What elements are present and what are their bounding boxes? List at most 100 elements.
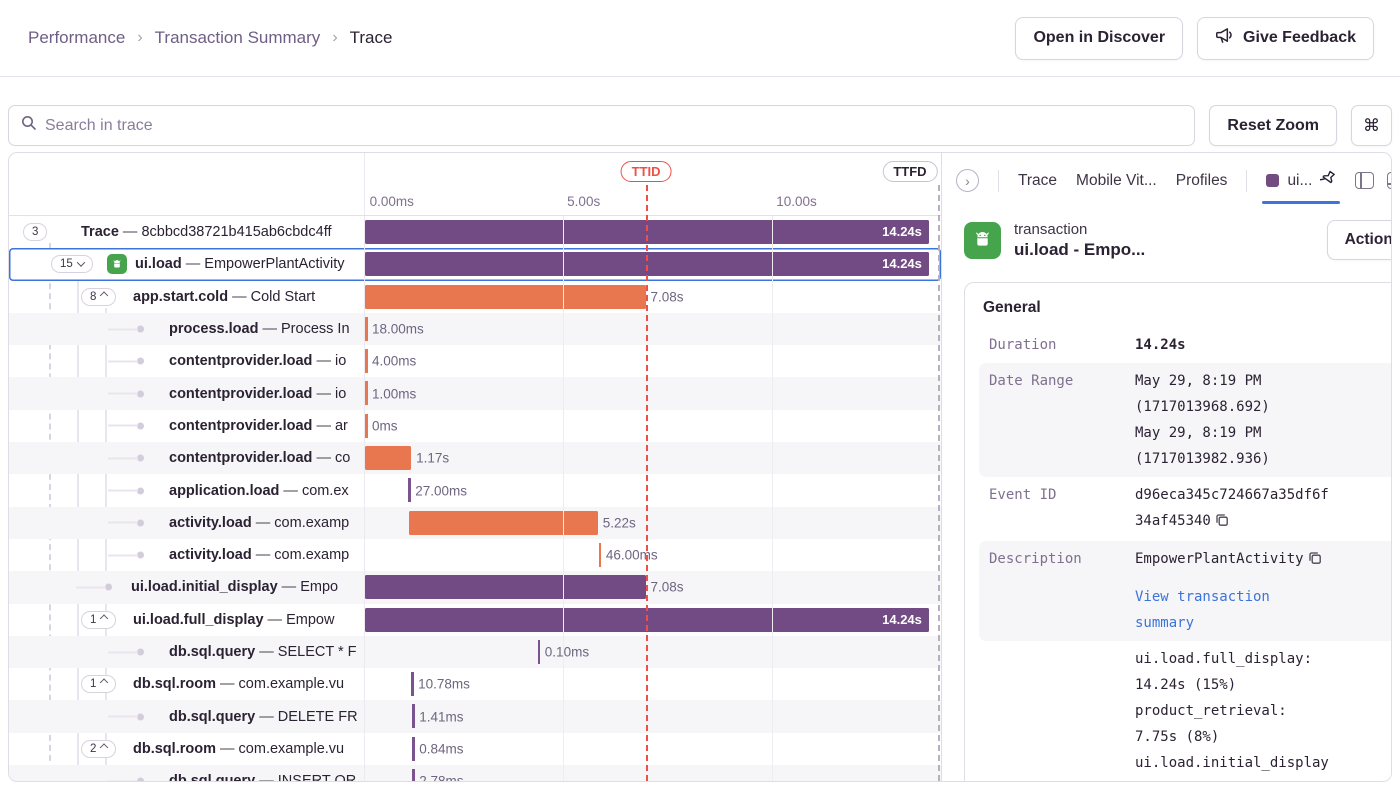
span-chart-cell[interactable]: 5.22s	[365, 507, 941, 539]
span-chart-cell[interactable]: 7.08s	[365, 281, 941, 313]
span-duration-tick[interactable]	[408, 478, 411, 502]
span-duration-bar[interactable]	[365, 446, 411, 470]
open-in-discover-button[interactable]: Open in Discover	[1015, 17, 1183, 60]
span-chart-cell[interactable]: 0ms	[365, 410, 941, 442]
span-chart-cell[interactable]: 14.24s	[365, 604, 941, 636]
span-duration-tick[interactable]	[365, 349, 368, 373]
span-chart-cell[interactable]: 14.24s	[365, 216, 941, 248]
span-row[interactable]: 1db.sql.room — com.example.vu10.78ms	[9, 668, 941, 700]
span-tree-cell[interactable]: contentprovider.load — io	[9, 345, 365, 377]
span-tree-cell[interactable]: contentprovider.load — ar	[9, 410, 365, 442]
span-count-badge[interactable]: 2	[81, 740, 116, 758]
span-row[interactable]: db.sql.query — DELETE FR1.41ms	[9, 700, 941, 732]
tab-mobile-vitals[interactable]: Mobile Vit...	[1076, 172, 1157, 190]
span-row[interactable]: contentprovider.load — ar0ms	[9, 410, 941, 442]
span-chart-cell[interactable]: 27.00ms	[365, 474, 941, 506]
span-row[interactable]: activity.load — com.examp46.00ms	[9, 539, 941, 571]
span-row[interactable]: 3Trace — 8cbbcd38721b415ab6cbdc4ff14.24s	[9, 216, 941, 248]
span-tree-cell[interactable]: 1ui.load.full_display — Empow	[9, 604, 365, 636]
breadcrumb-performance[interactable]: Performance	[28, 28, 125, 48]
span-tree-cell[interactable]: activity.load — com.examp	[9, 507, 365, 539]
span-count-badge[interactable]: 1	[81, 611, 116, 629]
span-row[interactable]: 2db.sql.room — com.example.vu0.84ms	[9, 733, 941, 765]
span-duration-tick[interactable]	[365, 317, 368, 341]
copy-icon[interactable]	[1308, 548, 1322, 574]
span-tree-cell[interactable]: application.load — com.ex	[9, 474, 365, 506]
span-row[interactable]: contentprovider.load — io1.00ms	[9, 377, 941, 409]
reset-zoom-button[interactable]: Reset Zoom	[1209, 105, 1337, 146]
span-tree-cell[interactable]: 2db.sql.room — com.example.vu	[9, 733, 365, 765]
span-duration-bar[interactable]: 14.24s	[365, 608, 929, 632]
span-duration-bar[interactable]	[365, 285, 646, 309]
tab-trace[interactable]: Trace	[1018, 172, 1057, 190]
tab-ui-load-active[interactable]: ui...	[1266, 170, 1336, 191]
span-row[interactable]: application.load — com.ex27.00ms	[9, 474, 941, 506]
span-chart-cell[interactable]: 1.00ms	[365, 377, 941, 409]
view-transaction-summary-link[interactable]: View transaction summary	[1135, 584, 1331, 636]
keyboard-shortcut-button[interactable]: ⌘	[1351, 105, 1392, 146]
span-chart-cell[interactable]: 0.10ms	[365, 636, 941, 668]
span-row[interactable]: contentprovider.load — co1.17s	[9, 442, 941, 474]
pin-icon[interactable]	[1320, 170, 1336, 191]
span-row[interactable]: activity.load — com.examp5.22s	[9, 507, 941, 539]
ttid-marker-badge[interactable]: TTID	[621, 161, 672, 182]
span-tree-cell[interactable]: 8app.start.cold — Cold Start	[9, 281, 365, 313]
span-tree-cell[interactable]: contentprovider.load — co	[9, 442, 365, 474]
span-row[interactable]: 1ui.load.full_display — Empow14.24s	[9, 604, 941, 636]
span-tree-cell[interactable]: contentprovider.load — io	[9, 377, 365, 409]
collapse-panel-icon[interactable]: ›	[956, 169, 979, 192]
span-tree-cell[interactable]: ui.load.initial_display — Empo	[9, 571, 365, 603]
help-icon[interactable]: ?	[1095, 781, 1112, 783]
span-duration-bar[interactable]: 14.24s	[365, 252, 929, 276]
span-count-badge[interactable]: 8	[81, 288, 116, 306]
span-row[interactable]: contentprovider.load — io4.00ms	[9, 345, 941, 377]
span-duration-tick[interactable]	[411, 672, 414, 696]
span-duration-bar[interactable]: 14.24s	[365, 220, 929, 244]
span-tree-cell[interactable]: 15ui.load — EmpowerPlantActivity	[9, 248, 365, 280]
span-tree-cell[interactable]: 1db.sql.room — com.example.vu	[9, 668, 365, 700]
actions-button[interactable]: Actions	[1327, 220, 1392, 260]
span-chart-cell[interactable]: 1.17s	[365, 442, 941, 474]
ttfd-marker-badge[interactable]: TTFD	[882, 161, 937, 182]
span-chart-cell[interactable]: 1.41ms	[365, 700, 941, 732]
span-duration-tick[interactable]	[412, 704, 415, 728]
span-duration-tick[interactable]	[599, 543, 602, 567]
span-row[interactable]: 15ui.load — EmpowerPlantActivity14.24s	[9, 248, 941, 280]
span-count-badge[interactable]: 3	[23, 223, 47, 241]
search-input[interactable]	[45, 117, 1182, 135]
span-chart-cell[interactable]: 7.08s	[365, 571, 941, 603]
span-row[interactable]: db.sql.query — SELECT * F0.10ms	[9, 636, 941, 668]
dock-left-icon[interactable]	[1355, 172, 1374, 189]
span-tree-cell[interactable]: activity.load — com.examp	[9, 539, 365, 571]
span-chart-cell[interactable]: 46.00ms	[365, 539, 941, 571]
span-row[interactable]: 8app.start.cold — Cold Start7.08s	[9, 281, 941, 313]
span-tree-cell[interactable]: db.sql.query — INSERT OR	[9, 765, 365, 782]
span-tree-cell[interactable]: db.sql.query — DELETE FR	[9, 700, 365, 732]
copy-icon[interactable]	[1215, 510, 1229, 536]
breadcrumb-transaction-summary[interactable]: Transaction Summary	[155, 28, 321, 48]
span-chart-cell[interactable]: 2.78ms	[365, 765, 941, 782]
span-chart-cell[interactable]: 0.84ms	[365, 733, 941, 765]
dock-bottom-icon[interactable]	[1387, 172, 1392, 189]
span-tree-cell[interactable]: db.sql.query — SELECT * F	[9, 636, 365, 668]
span-row[interactable]: db.sql.query — INSERT OR2.78ms	[9, 765, 941, 782]
span-count-badge[interactable]: 1	[81, 675, 116, 693]
span-chart-cell[interactable]: 14.24s	[365, 248, 941, 280]
span-duration-tick[interactable]	[412, 769, 415, 782]
span-chart-cell[interactable]: 18.00ms	[365, 313, 941, 345]
span-duration-tick[interactable]	[365, 414, 368, 438]
tab-profiles[interactable]: Profiles	[1176, 172, 1228, 190]
span-count-badge[interactable]: 15	[51, 255, 93, 273]
span-chart-cell[interactable]: 4.00ms	[365, 345, 941, 377]
span-chart-cell[interactable]: 10.78ms	[365, 668, 941, 700]
span-duration-bar[interactable]	[409, 511, 598, 535]
give-feedback-button[interactable]: Give Feedback	[1197, 17, 1374, 60]
span-row[interactable]: ui.load.initial_display — Empo7.08s	[9, 571, 941, 603]
span-row[interactable]: process.load — Process In18.00ms	[9, 313, 941, 345]
span-duration-tick[interactable]	[412, 737, 415, 761]
span-duration-bar[interactable]	[365, 575, 646, 599]
span-tree-cell[interactable]: 3Trace — 8cbbcd38721b415ab6cbdc4ff	[9, 216, 365, 248]
span-duration-tick[interactable]	[365, 381, 368, 405]
span-tree-cell[interactable]: process.load — Process In	[9, 313, 365, 345]
span-duration-tick[interactable]	[538, 640, 541, 664]
